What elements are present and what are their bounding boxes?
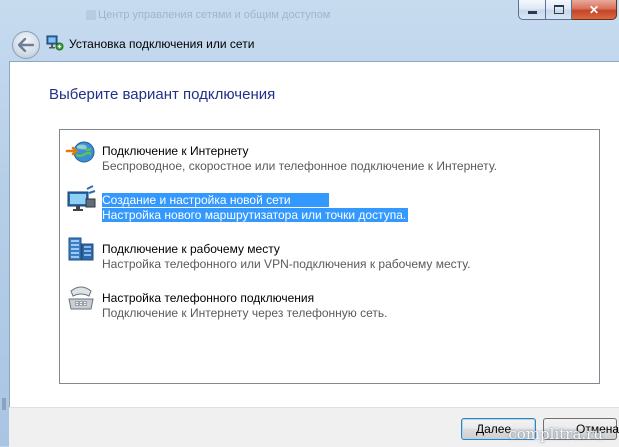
minimize-button[interactable] (518, 0, 546, 20)
caption-buttons: ✕ (518, 0, 617, 20)
background-window-icon (86, 10, 96, 20)
option-description: Настройка телефонного или VPN-подключени… (102, 257, 471, 271)
option-dialup[interactable]: Настройка телефонного подключения Подклю… (60, 277, 599, 320)
option-title: Настройка телефонного подключения (102, 291, 315, 305)
watermark: complitra.ru (508, 425, 603, 443)
option-description: Беспроводное, скоростное или телефонное … (102, 159, 497, 173)
back-button[interactable] (12, 31, 40, 59)
minimize-icon (527, 11, 537, 14)
network-setup-icon (46, 35, 64, 51)
new-network-icon (67, 185, 96, 211)
workplace-connection-icon (68, 237, 94, 261)
option-description: Настройка нового маршрутизатора или точк… (102, 208, 409, 222)
main-instruction: Выберите вариант подключения (49, 86, 276, 103)
maximize-icon (553, 5, 564, 14)
connection-options-list: Подключение к Интернету Беспроводное, ск… (59, 129, 600, 384)
internet-connection-icon (65, 141, 95, 163)
frame-edge (2, 398, 6, 410)
option-title: Подключение к Интернету (102, 144, 249, 158)
background-window-title: Центр управления сетями и общим доступом (98, 9, 331, 21)
option-new-network[interactable]: Создание и настройка новой сети Настройк… (60, 179, 599, 222)
content-panel: Выберите вариант подключения Подключение… (9, 61, 619, 408)
option-internet[interactable]: Подключение к Интернету Беспроводное, ск… (60, 130, 599, 173)
maximize-button[interactable] (546, 0, 572, 20)
back-arrow-icon (18, 38, 34, 52)
option-workplace[interactable]: Подключение к рабочему месту Настройка т… (60, 228, 599, 271)
option-title: Создание и настройка новой сети (102, 193, 329, 207)
window-title: Установка подключения или сети (69, 37, 255, 51)
close-icon: ✕ (588, 2, 600, 17)
dialup-phone-icon (68, 286, 94, 310)
option-description: Подключение к Интернету через телефонную… (102, 306, 388, 320)
option-title: Подключение к рабочему месту (102, 242, 280, 256)
window-frame: Центр управления сетями и общим доступом… (0, 0, 619, 447)
close-button[interactable]: ✕ (572, 0, 617, 20)
